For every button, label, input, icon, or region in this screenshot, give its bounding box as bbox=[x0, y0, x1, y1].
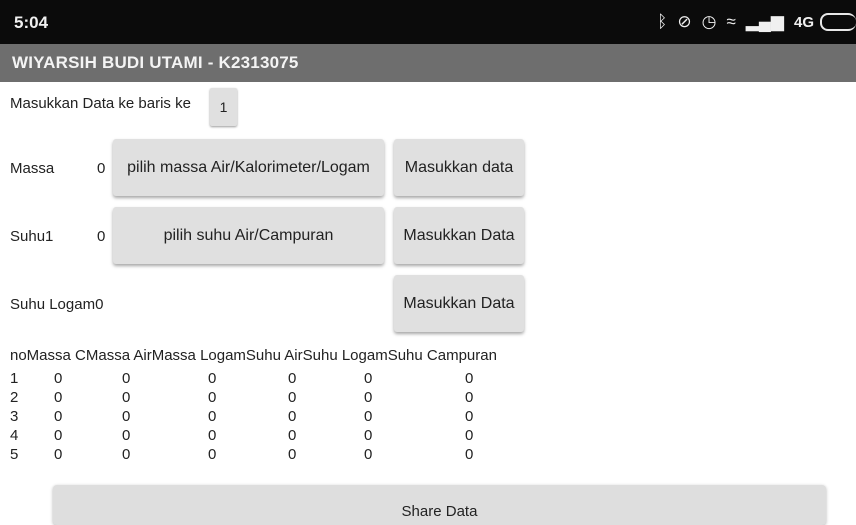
table-cell: 4 bbox=[10, 427, 19, 444]
mute-icon: ⊘ bbox=[677, 12, 692, 31]
table-cell: 0 bbox=[208, 370, 217, 387]
table-cell: 0 bbox=[288, 370, 297, 387]
table-cell: 0 bbox=[364, 427, 373, 444]
suhu-logam-submit-button[interactable]: Masukkan Data bbox=[394, 275, 524, 332]
wifi-icon: ≈ bbox=[726, 12, 736, 31]
table-cell: 0 bbox=[288, 389, 297, 406]
table-cell: 0 bbox=[364, 408, 373, 425]
massa-value: 0 bbox=[97, 160, 106, 177]
table-cell: 3 bbox=[10, 408, 19, 425]
bluetooth-icon: ᛒ bbox=[657, 12, 668, 31]
table-cell: 0 bbox=[122, 446, 131, 463]
battery-icon bbox=[820, 13, 856, 31]
status-icons: ᛒ ⊘ ◷ ≈ ▂▄▆ 4G bbox=[657, 11, 856, 33]
share-data-label: Share Data bbox=[401, 503, 478, 520]
suhu1-value: 0 bbox=[97, 228, 106, 245]
app-title: WIYARSIH BUDI UTAMI - K2313075 bbox=[12, 53, 299, 72]
status-bar: 5:04 ᛒ ⊘ ◷ ≈ ▂▄▆ 4G bbox=[0, 0, 856, 44]
table-cell: 0 bbox=[288, 427, 297, 444]
suhu-picker-button[interactable]: pilih suhu Air/Campuran bbox=[113, 207, 384, 264]
signal-icon: ▂▄▆ bbox=[745, 12, 784, 31]
table-cell: 0 bbox=[208, 427, 217, 444]
table-cell: 0 bbox=[122, 427, 131, 444]
row-label: Masukkan Data ke baris ke bbox=[10, 95, 191, 112]
suhu1-submit-button[interactable]: Masukkan Data bbox=[394, 207, 524, 264]
table-cell: 0 bbox=[54, 427, 63, 444]
suhu-logam-label: Suhu Logam0 bbox=[10, 296, 104, 313]
table-cell: 0 bbox=[54, 370, 63, 387]
table-cell: 0 bbox=[465, 389, 474, 406]
massa-label: Massa bbox=[10, 160, 55, 177]
table-cell: 0 bbox=[208, 408, 217, 425]
massa-picker-button[interactable]: pilih massa Air/Kalorimeter/Logam bbox=[113, 139, 384, 196]
table-cell: 0 bbox=[465, 408, 474, 425]
table-cell: 2 bbox=[10, 389, 19, 406]
table-cell: 0 bbox=[208, 389, 217, 406]
suhu1-label: Suhu1 bbox=[10, 228, 54, 245]
table-cell: 0 bbox=[122, 408, 131, 425]
alarm-icon: ◷ bbox=[701, 12, 717, 31]
share-data-button[interactable]: Share Data bbox=[53, 485, 826, 525]
table-cell: 0 bbox=[54, 408, 63, 425]
row-number-button[interactable]: 1 bbox=[210, 88, 237, 126]
title-bar: WIYARSIH BUDI UTAMI - K2313075 bbox=[0, 44, 856, 82]
clock: 5:04 bbox=[14, 13, 49, 32]
table-cell: 0 bbox=[465, 370, 474, 387]
massa-submit-button[interactable]: Masukkan data bbox=[394, 139, 524, 196]
network-type: 4G bbox=[793, 13, 814, 31]
table-cell: 0 bbox=[465, 446, 474, 463]
table-cell: 0 bbox=[122, 389, 131, 406]
table-header: noMassa CMassa AirMassa LogamSuhu AirSuh… bbox=[10, 347, 497, 364]
table-cell: 0 bbox=[364, 446, 373, 463]
table-cell: 0 bbox=[364, 389, 373, 406]
table-cell: 0 bbox=[465, 427, 474, 444]
table-cell: 1 bbox=[10, 370, 19, 387]
table-cell: 0 bbox=[122, 370, 131, 387]
table-cell: 0 bbox=[288, 446, 297, 463]
table-cell: 0 bbox=[54, 446, 63, 463]
table-cell: 0 bbox=[288, 408, 297, 425]
table-cell: 0 bbox=[364, 370, 373, 387]
table-cell: 5 bbox=[10, 446, 19, 463]
table-cell: 0 bbox=[54, 389, 63, 406]
table-cell: 0 bbox=[208, 446, 217, 463]
